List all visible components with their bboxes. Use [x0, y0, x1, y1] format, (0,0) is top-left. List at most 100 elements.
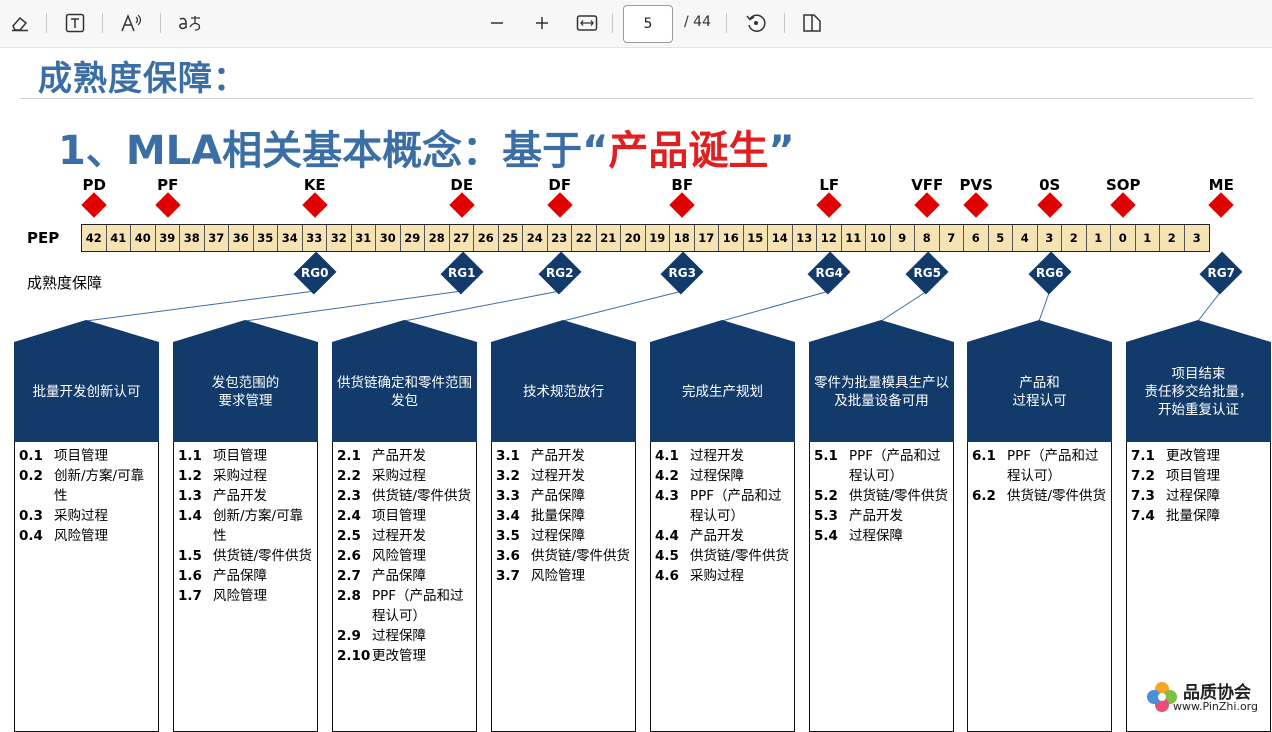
- rg-gate: RG4: [801, 251, 857, 295]
- item-number: 0.2: [19, 468, 43, 484]
- page-number-input[interactable]: 5: [623, 5, 673, 43]
- column-header: 发包范围的 要求管理: [173, 342, 318, 442]
- item-text: 项目管理: [1166, 468, 1220, 484]
- list-item: 6.1 PPF（产品和过程认可）: [972, 446, 1107, 486]
- read-aloud-icon[interactable]: [117, 9, 147, 37]
- item-text: 产品开发: [372, 448, 426, 464]
- rg-connector-line: [1038, 290, 1051, 322]
- text-box-icon[interactable]: [61, 9, 89, 37]
- item-number: 3.6: [496, 548, 520, 564]
- item-number: 2.8: [337, 588, 361, 604]
- column-title: 零件为批量模具生产以及批量设备可用: [814, 375, 949, 409]
- toolbar-divider: [612, 13, 613, 33]
- column-roof: [967, 320, 1112, 342]
- item-number: 0.1: [19, 448, 43, 464]
- fit-width-icon[interactable]: [574, 9, 600, 37]
- item-text: 产品开发: [531, 448, 585, 464]
- item-number: 1.1: [178, 448, 202, 464]
- maturity-column: 发包范围的 要求管理 1.1 项目管理 1.2 采购过程 1.3 产品开发 1.4 创新/方案/…: [173, 320, 318, 732]
- list-item: 5.4 过程保障: [814, 526, 949, 546]
- item-number: 4.1: [655, 448, 679, 464]
- list-item: 2.3 供货链/零件供货: [337, 486, 472, 506]
- item-text: 采购过程: [372, 468, 426, 484]
- translate-icon[interactable]: [174, 9, 204, 37]
- rg-gate: RG3: [654, 251, 710, 295]
- rg-label: RG5: [913, 266, 941, 280]
- eraser-icon[interactable]: [6, 9, 34, 37]
- item-text: 批量保障: [531, 508, 585, 524]
- toolbar-divider: [726, 13, 727, 33]
- item-number: 1.2: [178, 468, 202, 484]
- list-item: 3.3 产品保障: [496, 486, 631, 506]
- rg-gate: RG0: [287, 251, 343, 295]
- item-number: 2.7: [337, 568, 361, 584]
- rg-gate: RG5: [899, 251, 955, 295]
- item-number: 3.4: [496, 508, 520, 524]
- list-item: 0.4 风险管理: [19, 526, 154, 546]
- column-header: 供货链确定和零件范围发包: [332, 342, 477, 442]
- item-number: 2.9: [337, 628, 361, 644]
- list-item: 2.2 采购过程: [337, 466, 472, 486]
- list-item: 4.4 产品开发: [655, 526, 790, 546]
- column-header: 项目结束 责任移交给批量， 开始重复认证: [1126, 342, 1271, 442]
- rg-gate: RG2: [532, 251, 588, 295]
- zoom-out-icon[interactable]: [485, 9, 509, 37]
- column-items: 4.1 过程开发 4.2 过程保障 4.3 PPF（产品和过程认可） 4.4 产品开发 4.5 供…: [650, 442, 795, 732]
- item-text: 过程保障: [849, 528, 903, 544]
- item-text: 过程开发: [690, 448, 744, 464]
- item-text: 产品保障: [372, 568, 426, 584]
- list-item: 2.9 过程保障: [337, 626, 472, 646]
- item-text: 更改管理: [372, 648, 426, 664]
- column-title: 完成生产规划: [682, 384, 763, 400]
- item-text: 创新/方案/可靠性: [213, 508, 304, 544]
- rotate-icon[interactable]: [742, 9, 770, 37]
- column-items: 6.1 PPF（产品和过程认可） 6.2 供货链/零件供货: [967, 442, 1112, 732]
- column-header: 产品和 过程认可: [967, 342, 1112, 442]
- column-header: 完成生产规划: [650, 342, 795, 442]
- item-number: 2.2: [337, 468, 361, 484]
- item-number: 6.2: [972, 488, 996, 504]
- item-number: 3.2: [496, 468, 520, 484]
- list-item: 1.5 供货链/零件供货: [178, 546, 313, 566]
- item-text: 产品开发: [690, 528, 744, 544]
- item-text: 供货链/零件供货: [372, 488, 472, 504]
- item-text: 风险管理: [372, 548, 426, 564]
- list-item: 3.2 过程开发: [496, 466, 631, 486]
- item-text: 产品开发: [849, 508, 903, 524]
- item-text: 产品开发: [213, 488, 267, 504]
- list-item: 2.5 过程开发: [337, 526, 472, 546]
- toolbar-divider: [160, 13, 161, 33]
- list-item: 5.2 供货链/零件供货: [814, 486, 949, 506]
- item-number: 7.3: [1131, 488, 1155, 504]
- zoom-in-icon[interactable]: [530, 9, 554, 37]
- column-title: 发包范围的 要求管理: [211, 375, 280, 409]
- column-items: 2.1 产品开发 2.2 采购过程 2.3 供货链/零件供货 2.4 项目管理 2.5 过程开发 2…: [332, 442, 477, 732]
- item-text: 供货链/零件供货: [531, 548, 631, 564]
- item-text: 过程保障: [372, 628, 426, 644]
- list-item: 6.2 供货链/零件供货: [972, 486, 1107, 506]
- item-number: 3.5: [496, 528, 520, 544]
- list-item: 2.7 产品保障: [337, 566, 472, 586]
- item-number: 4.3: [655, 488, 679, 504]
- item-number: 3.7: [496, 568, 520, 584]
- toolbar-divider: [46, 13, 47, 33]
- item-number: 2.1: [337, 448, 361, 464]
- list-item: 5.3 产品开发: [814, 506, 949, 526]
- item-text: 项目管理: [213, 448, 267, 464]
- item-text: 采购过程: [690, 568, 744, 584]
- list-item: 2.1 产品开发: [337, 446, 472, 466]
- column-items: 1.1 项目管理 1.2 采购过程 1.3 产品开发 1.4 创新/方案/可靠性 1.5 供货链/…: [173, 442, 318, 732]
- column-title: 产品和 过程认可: [1012, 375, 1067, 409]
- column-roof: [1126, 320, 1271, 342]
- maturity-column: 项目结束 责任移交给批量， 开始重复认证 7.1 更改管理 7.2 项目管理 7.3 过程保…: [1126, 320, 1271, 732]
- list-item: 1.4 创新/方案/可靠性: [178, 506, 313, 546]
- column-roof: [650, 320, 795, 342]
- item-number: 5.4: [814, 528, 838, 544]
- rg-gate: RG7: [1193, 251, 1249, 295]
- item-text: PPF（产品和过程认可）: [849, 448, 941, 484]
- maturity-column: 零件为批量模具生产以及批量设备可用 5.1 PPF（产品和过程认可） 5.2 供货链/零…: [809, 320, 954, 732]
- column-header: 技术规范放行: [491, 342, 636, 442]
- two-page-icon[interactable]: [798, 9, 826, 37]
- maturity-column: 产品和 过程认可 6.1 PPF（产品和过程认可） 6.2 供货链/零件供货: [967, 320, 1112, 732]
- column-header: 零件为批量模具生产以及批量设备可用: [809, 342, 954, 442]
